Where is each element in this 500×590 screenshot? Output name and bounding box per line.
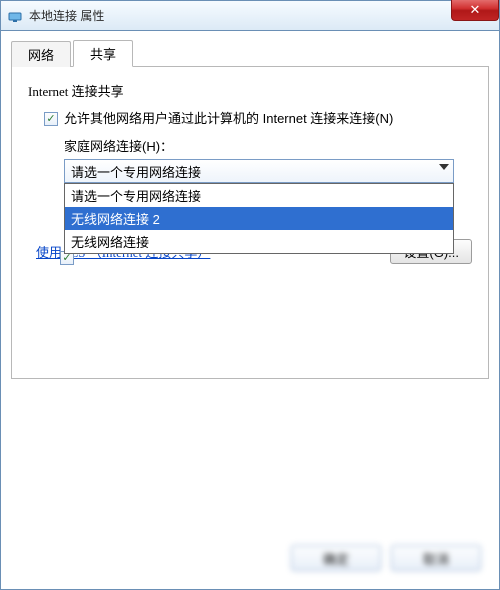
ok-button[interactable]: 确定 [291, 545, 381, 571]
close-icon: ✕ [470, 2, 481, 18]
titlebar: 本地连接 属性 ✕ [1, 1, 499, 31]
close-button[interactable]: ✕ [451, 0, 499, 21]
dialog-button-bar: 确定 取消 [291, 545, 481, 571]
combo-selected-text: 请选一个专用网络连接 [71, 162, 201, 181]
home-connection-label: 家庭网络连接(H)： [64, 136, 472, 155]
dropdown-option[interactable]: 请选一个专用网络连接 [65, 184, 453, 207]
window-title: 本地连接 属性 [29, 7, 104, 24]
cancel-button[interactable]: 取消 [391, 545, 481, 571]
home-connection-combo[interactable]: 请选一个专用网络连接 [64, 159, 454, 183]
dropdown-option[interactable]: 无线网络连接 2 [65, 207, 453, 230]
allow-sharing-checkbox[interactable] [44, 112, 58, 126]
allow-sharing-row: 允许其他网络用户通过此计算机的 Internet 连接来连接(N) [44, 110, 472, 128]
home-connection-combo-wrap: 请选一个专用网络连接 请选一个专用网络连接 无线网络连接 2 无线网络连接 [64, 159, 454, 183]
client-area: 网络 共享 Internet 连接共享 允许其他网络用户通过此计算机的 Inte… [1, 31, 499, 589]
dropdown-option[interactable]: 无线网络连接 [65, 230, 453, 253]
home-connection-dropdown: 请选一个专用网络连接 无线网络连接 2 无线网络连接 [64, 183, 454, 254]
group-title: Internet 连接共享 [28, 81, 472, 100]
chevron-down-icon [439, 164, 449, 170]
app-icon [7, 8, 23, 24]
tabstrip: 网络 共享 [11, 41, 489, 67]
allow-sharing-label: 允许其他网络用户通过此计算机的 Internet 连接来连接(N) [64, 110, 393, 128]
tab-panel-sharing: Internet 连接共享 允许其他网络用户通过此计算机的 Internet 连… [11, 67, 489, 379]
tab-network[interactable]: 网络 [11, 41, 71, 67]
properties-dialog: 本地连接 属性 ✕ 网络 共享 Internet 连接共享 允许其他网络用户通过… [0, 0, 500, 590]
tab-sharing[interactable]: 共享 [73, 40, 133, 67]
